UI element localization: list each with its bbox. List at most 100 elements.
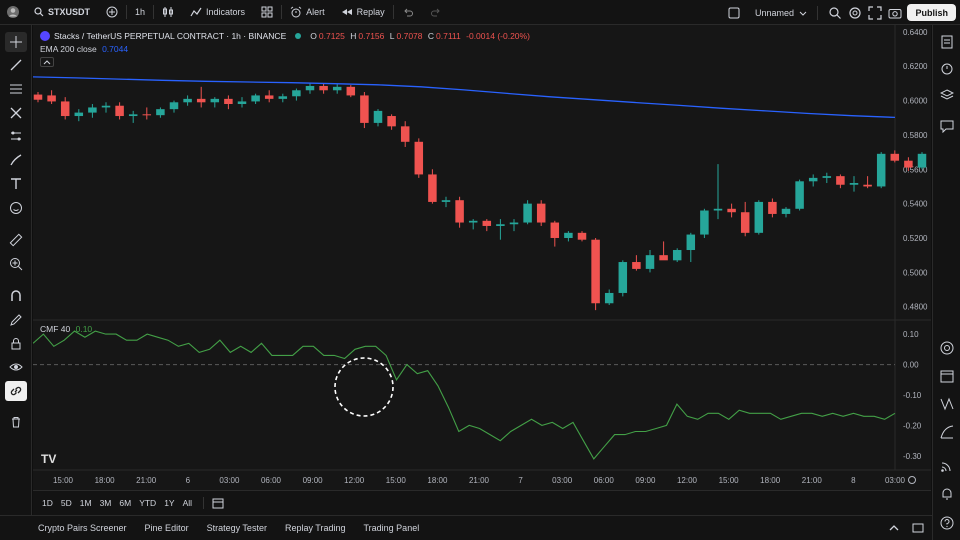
alerts-button[interactable]	[938, 59, 956, 77]
measure-tool[interactable]	[5, 230, 27, 250]
range-3m[interactable]: 3M	[97, 498, 115, 508]
pattern-tool[interactable]	[5, 103, 27, 123]
crosshair-tool[interactable]	[5, 32, 27, 52]
fib-retracement-icon	[10, 84, 22, 94]
pattern-button[interactable]	[938, 395, 956, 413]
smiley-icon	[10, 202, 22, 214]
layout-square-icon	[728, 7, 740, 18]
undo-button[interactable]	[394, 0, 422, 25]
brush-tool[interactable]	[5, 150, 27, 170]
candle-body	[47, 95, 56, 102]
templates-button[interactable]	[253, 0, 281, 25]
close-label: C	[427, 31, 435, 41]
tab-trading-panel[interactable]: Trading Panel	[364, 523, 420, 533]
price-tick-label: 0.6400	[903, 28, 928, 37]
ema-legend-row[interactable]: EMA 200 close 0.7044	[40, 44, 530, 54]
candle-body	[373, 110, 383, 123]
chart-pane[interactable]: 0.6400 0.6200 0.6000 0.5800 0.5600 0.5400 0.52…	[32, 25, 931, 490]
replay-button[interactable]: Replay	[333, 0, 393, 25]
candle-body	[917, 153, 927, 168]
user-avatar[interactable]	[0, 0, 26, 25]
plus-circle-icon	[106, 6, 118, 18]
candle-body	[890, 153, 900, 161]
zoom-tool[interactable]	[5, 254, 27, 274]
forecast-icon	[11, 131, 21, 141]
stay-drawing-tool[interactable]	[5, 310, 27, 330]
chart-type-button[interactable]	[154, 0, 182, 25]
replay-label: Replay	[356, 7, 385, 17]
right-sidebar	[932, 25, 960, 540]
candle-body	[237, 101, 247, 105]
maximize-panel-icon[interactable]	[912, 522, 924, 534]
chart-legend: Stacks / TetherUS PERPETUAL CONTRACT · 1…	[40, 31, 530, 67]
cmf-legend[interactable]: CMF 40 0.10	[40, 324, 92, 334]
candle-body	[88, 107, 97, 113]
candle-body	[713, 208, 723, 211]
time-tick-label: 18:00	[95, 476, 116, 485]
camera-icon[interactable]	[888, 6, 902, 20]
chats-button[interactable]	[938, 117, 956, 135]
range-6m[interactable]: 6M	[116, 498, 134, 508]
candle-body	[156, 109, 165, 116]
fullscreen-icon[interactable]	[868, 5, 882, 20]
redo-button[interactable]	[422, 0, 450, 25]
ideas-button[interactable]	[938, 339, 956, 357]
help-button[interactable]	[938, 514, 956, 532]
calendar-button[interactable]	[938, 367, 956, 385]
low-value: 0.7078	[396, 31, 423, 41]
range-all[interactable]: All	[180, 498, 195, 508]
candle-body	[768, 201, 777, 214]
trash-icon	[12, 417, 20, 428]
interval-button[interactable]: 1h	[127, 0, 153, 25]
tab-strategy-tester[interactable]: Strategy Tester	[207, 523, 267, 533]
candle-body	[863, 184, 872, 187]
range-5d[interactable]: 5D	[58, 498, 75, 508]
range-1d[interactable]: 1D	[39, 498, 56, 508]
symbol-search[interactable]: STXUSDT	[26, 0, 98, 25]
candle-body	[632, 262, 641, 269]
tab-replay-trading[interactable]: Replay Trading	[285, 523, 346, 533]
compare-symbol-button[interactable]	[98, 0, 126, 25]
candle-body	[332, 86, 342, 91]
watchlist-button[interactable]	[938, 33, 956, 51]
candle-body	[33, 94, 43, 100]
math-button[interactable]	[938, 423, 956, 441]
tab-pine-editor[interactable]: Pine Editor	[145, 523, 189, 533]
object-tree-button[interactable]	[938, 87, 956, 105]
layout-name-button[interactable]: Unnamed	[728, 7, 807, 19]
chevron-up-icon[interactable]	[888, 522, 900, 534]
low-label: L	[389, 31, 395, 41]
legend-collapse-button[interactable]	[40, 57, 54, 67]
trend-line-tool[interactable]	[5, 55, 27, 75]
toolbar-divider	[203, 497, 205, 509]
text-icon	[11, 178, 21, 189]
ohlc-values: O 0.7125 H 0.7156 L 0.7078 C 0.7111 -0.0014 …	[310, 31, 530, 41]
streams-button[interactable]	[938, 457, 956, 475]
goto-date-icon[interactable]	[212, 497, 224, 509]
date-range-bar: 1D 5D 1M 3M 6M YTD 1Y All	[33, 490, 931, 515]
text-tool[interactable]	[5, 174, 27, 194]
indicators-button[interactable]: Indicators	[182, 0, 253, 25]
range-1y[interactable]: 1Y	[161, 498, 177, 508]
hide-drawings-tool[interactable]	[5, 357, 27, 377]
forecast-tool[interactable]	[5, 126, 27, 146]
notifications-button[interactable]	[938, 485, 956, 503]
time-tick-label: 8	[851, 476, 856, 485]
chart-canvas[interactable]: 0.64000.62000.60000.58000.56000.54000.52…	[32, 25, 931, 490]
crosshair-icon	[10, 36, 22, 48]
icon-tool[interactable]	[5, 198, 27, 218]
range-ytd[interactable]: YTD	[136, 498, 159, 508]
publish-button[interactable]: Publish	[907, 4, 956, 21]
settings-gear-icon[interactable]	[848, 6, 862, 20]
sync-drawings-tool[interactable]	[5, 381, 27, 401]
quick-search-icon[interactable]	[828, 6, 842, 20]
tab-crypto-screener[interactable]: Crypto Pairs Screener	[38, 523, 127, 533]
alert-button[interactable]: Alert	[282, 0, 333, 25]
magnet-tool[interactable]	[5, 286, 27, 306]
remove-drawings-tool[interactable]	[5, 412, 27, 432]
trend-line-icon	[10, 59, 22, 71]
range-1m[interactable]: 1M	[77, 498, 95, 508]
lock-drawings-tool[interactable]	[5, 334, 27, 354]
fib-tool[interactable]	[5, 79, 27, 99]
alarm-icon	[290, 6, 302, 18]
